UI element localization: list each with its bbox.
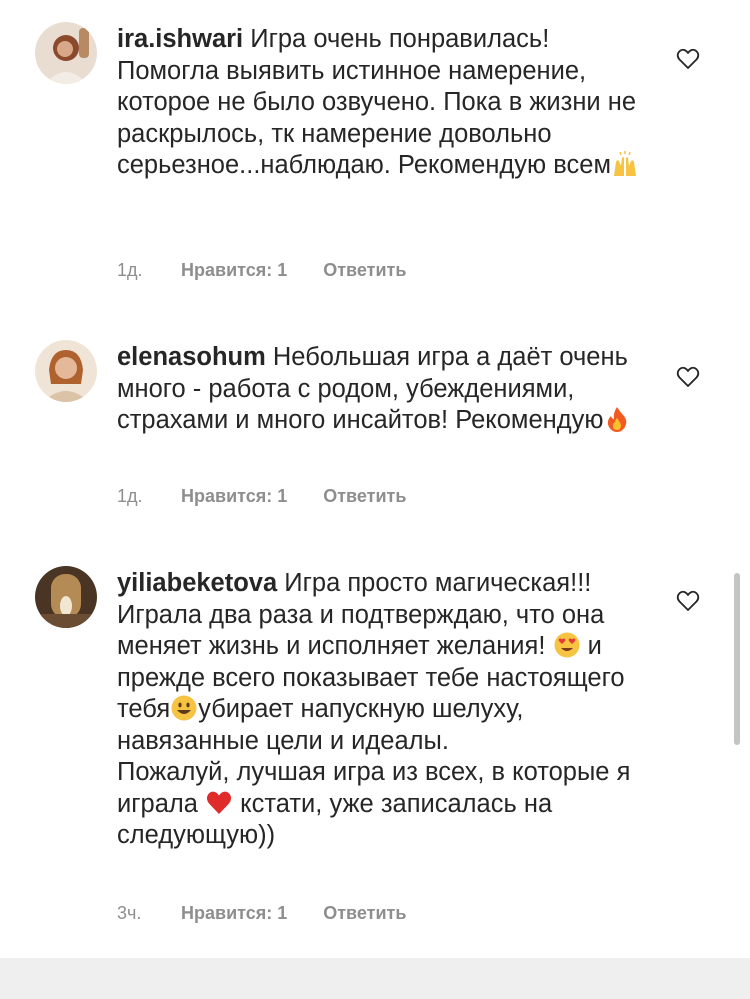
raising-hands-emoji xyxy=(611,150,639,178)
avatar[interactable] xyxy=(35,340,97,402)
comment-time: 1д. xyxy=(117,260,143,280)
fire-emoji xyxy=(603,405,631,433)
reply-button[interactable]: Ответить xyxy=(323,260,406,280)
heart-eyes-emoji xyxy=(553,631,581,659)
red-heart-emoji xyxy=(205,789,233,817)
comment-time: 1д. xyxy=(117,486,143,506)
scrollbar[interactable] xyxy=(734,573,740,745)
comment-time: 3ч. xyxy=(117,903,142,923)
reply-button[interactable]: Ответить xyxy=(323,486,406,506)
comment-body: yiliabeketova Игра просто магическая!!! … xyxy=(117,568,657,852)
likes-count[interactable]: Нравится: 1 xyxy=(181,903,287,924)
likes-count[interactable]: Нравится: 1 xyxy=(181,260,287,281)
avatar[interactable] xyxy=(35,22,97,84)
comments-screen: ira.ishwari Игра очень понравилась! Помо… xyxy=(0,0,750,999)
comment-meta: 1д. Нравится: 1 Ответить xyxy=(117,486,406,507)
like-heart-icon[interactable] xyxy=(676,48,700,70)
bottom-divider xyxy=(0,958,750,999)
like-heart-icon[interactable] xyxy=(676,366,700,388)
comment-meta: 1д. Нравится: 1 Ответить xyxy=(117,260,406,281)
comment-body: ira.ishwari Игра очень понравилась! Помо… xyxy=(117,24,657,182)
comment-username[interactable]: yiliabeketova xyxy=(117,569,277,597)
comment-body: elenasohum Небольшая игра а даёт очень м… xyxy=(117,342,657,437)
smiley-emoji xyxy=(170,694,198,722)
like-heart-icon[interactable] xyxy=(676,590,700,612)
avatar[interactable] xyxy=(35,566,97,628)
comment-username[interactable]: elenasohum xyxy=(117,343,266,371)
comment-meta: 3ч. Нравится: 1 Ответить xyxy=(117,903,406,924)
comment-username[interactable]: ira.ishwari xyxy=(117,25,243,53)
reply-button[interactable]: Ответить xyxy=(323,903,406,923)
likes-count[interactable]: Нравится: 1 xyxy=(181,486,287,507)
